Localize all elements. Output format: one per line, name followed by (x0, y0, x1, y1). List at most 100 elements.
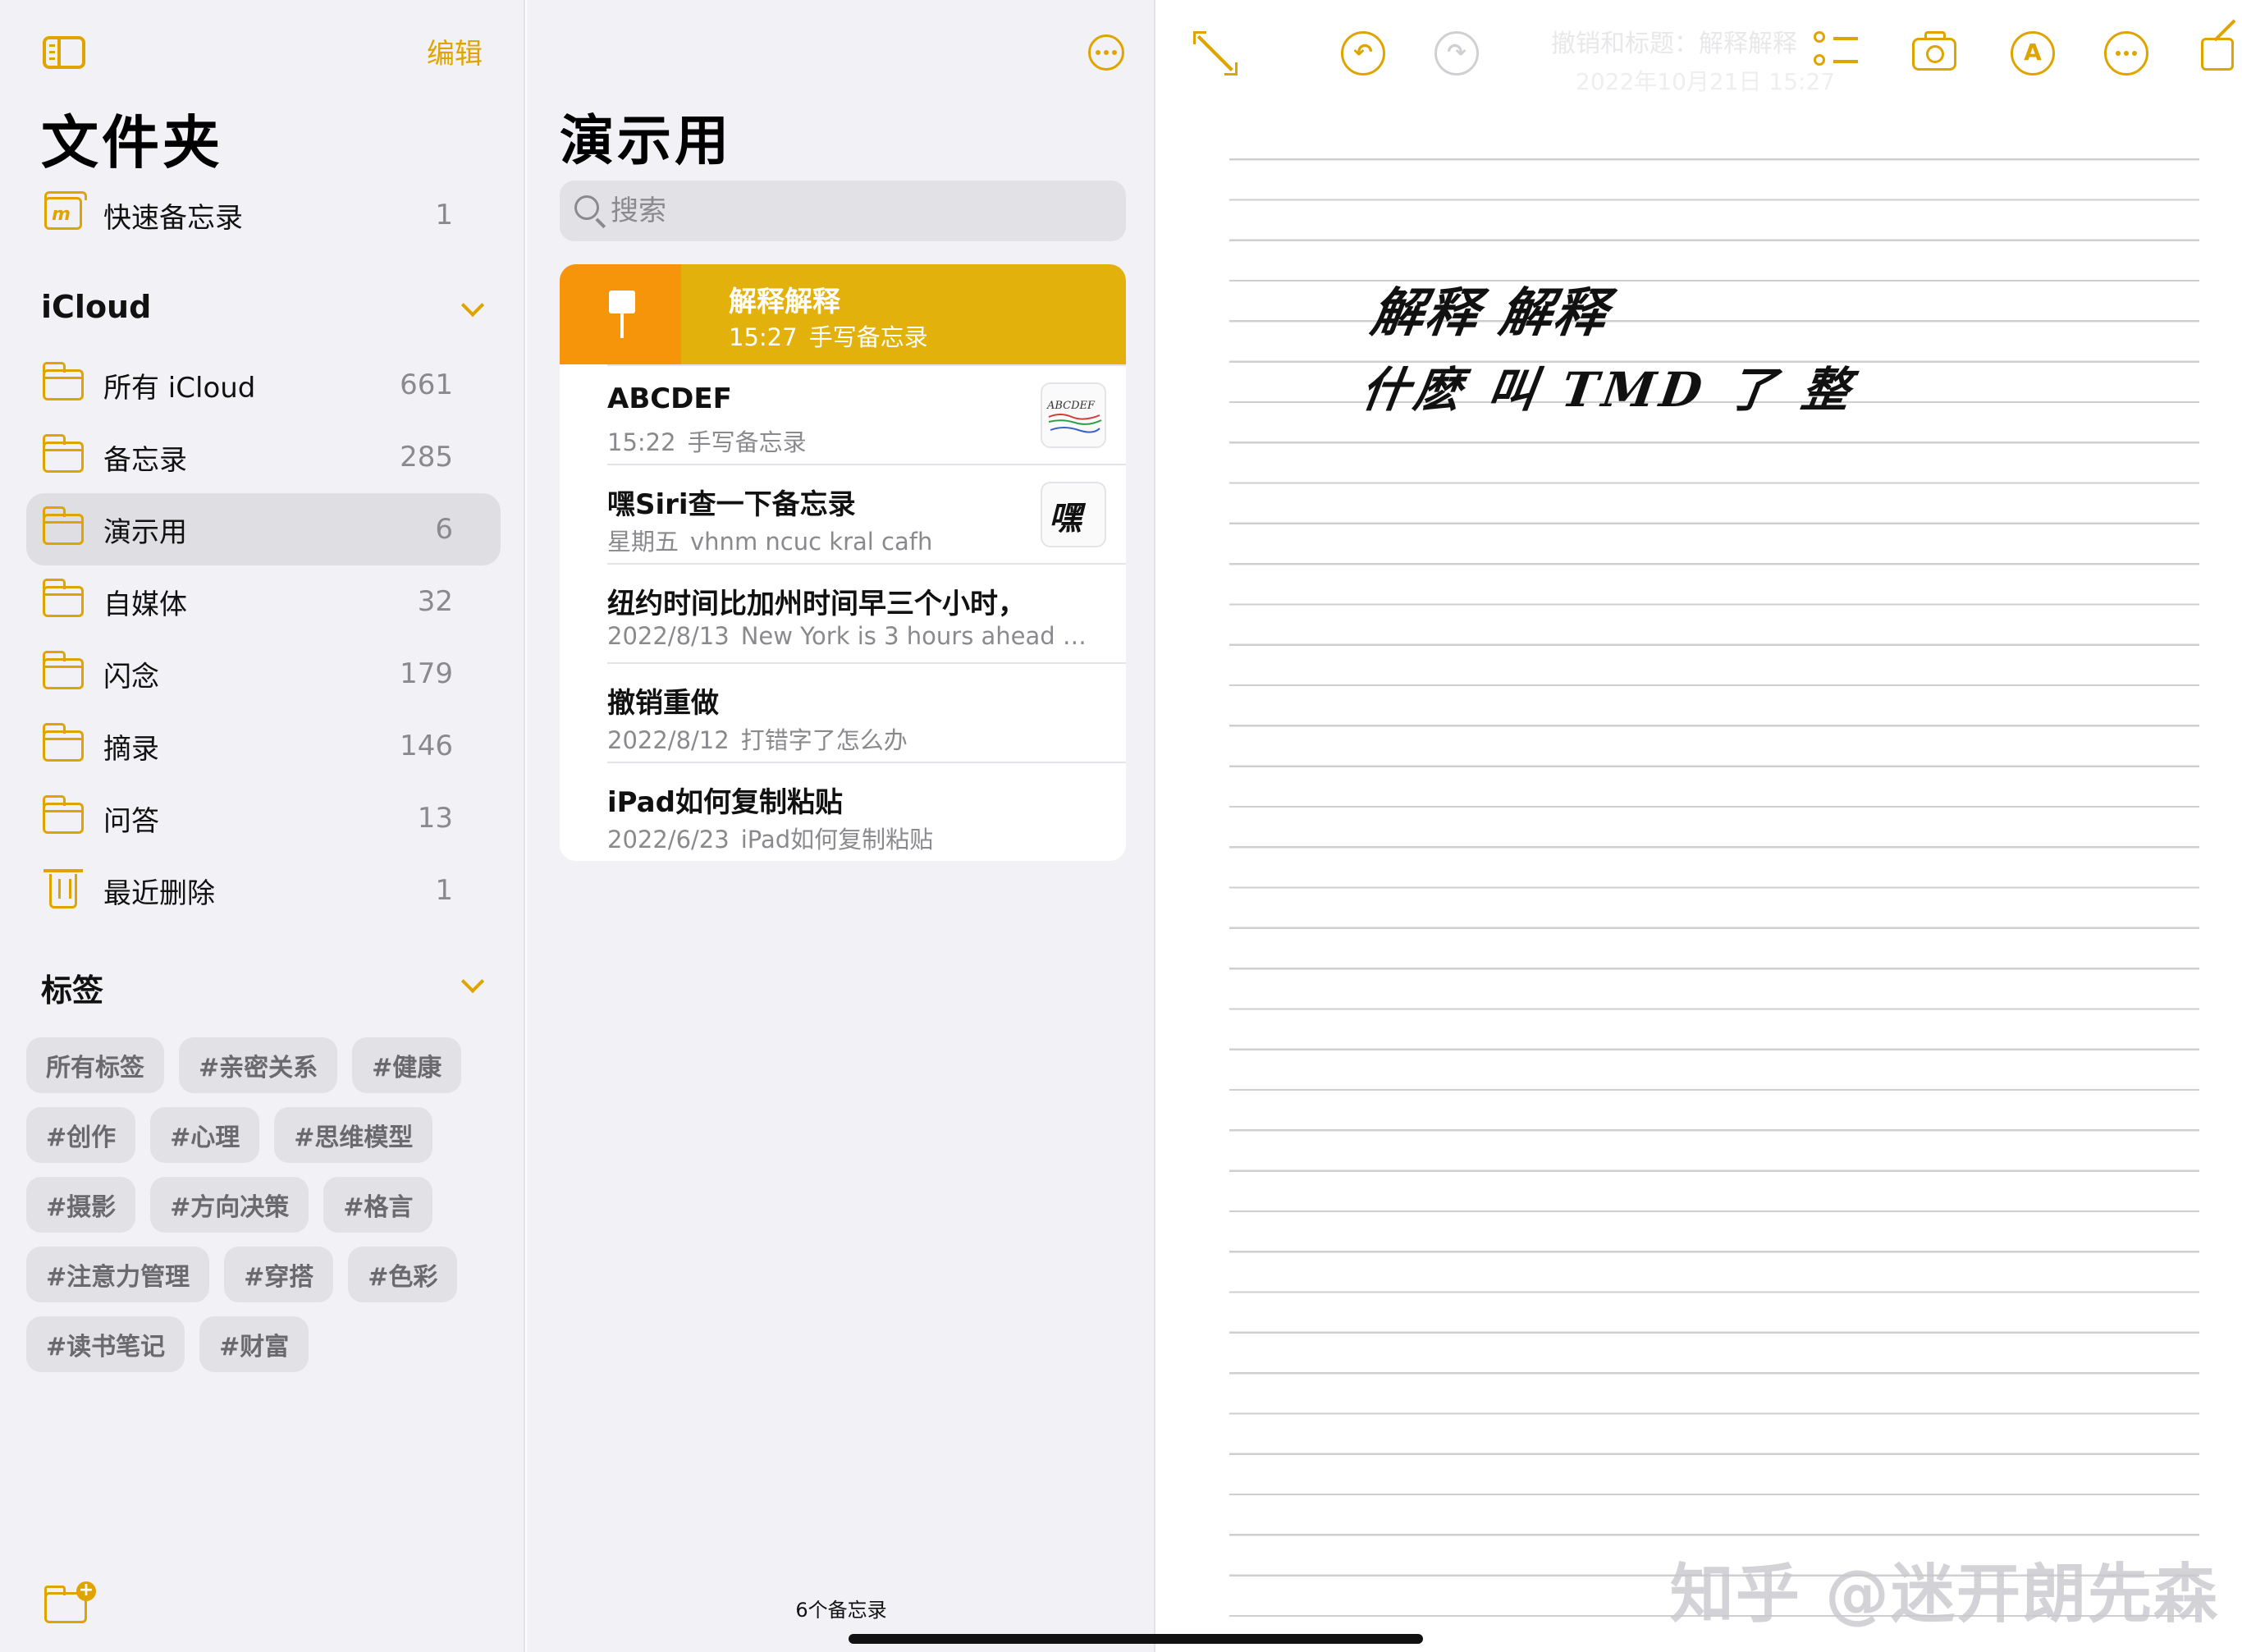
folder-icon (42, 723, 84, 762)
checklist-icon[interactable] (1814, 31, 1858, 76)
note-header-title: 撤销和标题：解释解释 (1551, 30, 1797, 58)
tag-chip[interactable]: #穿搭 (224, 1247, 334, 1302)
folder-title: 演示用 (560, 109, 732, 172)
folder-count: 146 (400, 730, 453, 762)
folder-label: 备忘录 (103, 443, 187, 477)
folder-item-selected[interactable]: 演示用 6 (26, 493, 501, 565)
note-subtitle: 15:27 手写备忘录 (729, 318, 928, 353)
folder-icon (42, 651, 84, 689)
folder-count: 285 (400, 441, 453, 474)
note-title: 嘿Siri查一下备忘录 (607, 488, 856, 521)
compose-icon[interactable] (2201, 38, 2234, 71)
folder-item[interactable]: 自媒体 32 (26, 565, 501, 638)
quick-note-icon: m (43, 191, 87, 230)
note-row[interactable]: 纽约时间比加州时间早三个小时， 2022/8/13 New York is 3 h… (560, 563, 1126, 662)
thumbnail-handwriting: 嘿 (1049, 499, 1087, 538)
tag-chip[interactable]: #创作 (26, 1107, 136, 1163)
folder-recently-deleted[interactable]: 最近删除 1 (26, 854, 501, 927)
folder-icon (42, 362, 84, 400)
watermark: 知乎 @迷开朗先森 (1669, 1558, 2219, 1631)
note-row-pinned[interactable]: 解释解释 15:27 手写备忘录 (560, 264, 1126, 364)
folder-item[interactable]: 备忘录 285 (26, 421, 501, 493)
note-subtitle: 星期五 vhnm ncuc kral cafh (607, 523, 932, 557)
folder-icon (42, 434, 84, 473)
note-preview: 手写备忘录 (687, 428, 807, 456)
note-time: 2022/8/13 (607, 622, 730, 650)
note-thumbnail: ABCDEF (1041, 382, 1106, 448)
note-subtitle: 2022/6/23 iPad如何复制粘贴 (607, 821, 933, 855)
section-header-icloud[interactable]: iCloud (41, 289, 151, 325)
pin-icon (606, 291, 638, 340)
folder-quick-notes[interactable]: m 快速备忘录 1 (26, 179, 501, 251)
expand-icon[interactable] (1193, 31, 1238, 76)
folder-item[interactable]: 摘录 146 (26, 710, 501, 782)
note-subtitle: 15:22 手写备忘录 (607, 423, 807, 458)
folder-label: 问答 (103, 804, 159, 838)
folder-count: 13 (417, 802, 453, 835)
note-header-date: 2022年10月21日 15:27 (1576, 68, 1836, 95)
folder-count: 1 (435, 874, 453, 907)
folder-item[interactable]: 所有 iCloud 661 (26, 349, 501, 421)
folder-icon (42, 795, 84, 834)
tag-browser: 所有标签 #亲密关系 #健康 #创作 #心理 #思维模型 #摄影 #方向决策 #… (26, 1037, 510, 1386)
note-preview: 手写备忘录 (808, 323, 928, 351)
more-icon[interactable] (2104, 31, 2148, 76)
note-subtitle: 2022/8/12 打错字了怎么办 (607, 721, 908, 756)
tag-chip[interactable]: #思维模型 (274, 1107, 433, 1163)
tag-chip[interactable]: #心理 (150, 1107, 260, 1163)
folder-count: 6 (435, 513, 453, 546)
folder-label: 摘录 (103, 732, 159, 766)
trash-icon (43, 869, 83, 908)
pin-swipe-action[interactable] (560, 264, 681, 364)
tag-chip[interactable]: #方向决策 (150, 1177, 309, 1233)
note-row[interactable]: ABCDEF 15:22 手写备忘录 ABCDEF (560, 364, 1126, 464)
folders-sidebar: 编辑 文件夹 m 快速备忘录 1 iCloud 所有 iCloud 661 备忘… (0, 0, 525, 1652)
note-time: 2022/6/23 (607, 826, 730, 853)
note-preview: New York is 3 hours ahead of... (740, 622, 1100, 650)
undo-icon[interactable]: ↶ (1341, 31, 1385, 76)
note-list: 演示用 解释解释 15:27 手写备忘录 ABCDEF 15:22 手写备忘录 AB… (527, 0, 1155, 1652)
tag-chip[interactable]: #亲密关系 (179, 1037, 338, 1093)
search-icon (574, 195, 599, 220)
note-preview: 打错字了怎么办 (740, 726, 908, 754)
search-input[interactable] (611, 181, 1103, 241)
markup-icon[interactable]: A (2011, 31, 2055, 76)
tag-chip[interactable]: #注意力管理 (26, 1247, 210, 1302)
note-row[interactable]: 撤销重做 2022/8/12 打错字了怎么办 (560, 662, 1126, 762)
folder-item[interactable]: 闪念 179 (26, 638, 501, 710)
folder-count: 661 (400, 368, 453, 401)
folder-label: 所有 iCloud (103, 371, 256, 405)
thumbnail-handwriting: ABCDEF (1046, 400, 1096, 412)
tag-chip[interactable]: #健康 (352, 1037, 462, 1093)
redo-icon[interactable]: ↷ (1434, 31, 1479, 76)
page-title: 文件夹 (41, 109, 223, 176)
note-row[interactable]: 嘿Siri查一下备忘录 星期五 vhnm ncuc kral cafh 嘿 (560, 464, 1126, 563)
edit-button[interactable]: 编辑 (427, 31, 483, 71)
camera-icon[interactable] (1912, 31, 1956, 71)
new-folder-icon[interactable]: + (43, 1581, 96, 1623)
handwriting-line: 解释 解释 (1366, 282, 1613, 344)
tag-chip[interactable]: #色彩 (348, 1247, 458, 1302)
tag-chip[interactable]: #摄影 (26, 1177, 136, 1233)
note-title: 解释解释 (729, 286, 840, 318)
sidebar-toggle-icon[interactable] (43, 36, 85, 69)
tag-chip[interactable]: 所有标签 (26, 1037, 164, 1093)
section-header-tags[interactable]: 标签 (41, 965, 103, 1010)
note-time: 15:27 (729, 323, 798, 351)
note-row[interactable]: iPad如何复制粘贴 2022/6/23 iPad如何复制粘贴 (560, 762, 1126, 861)
more-options-icon[interactable] (1088, 34, 1124, 71)
chevron-down-icon[interactable] (460, 293, 485, 318)
tag-chip[interactable]: #格言 (323, 1177, 433, 1233)
tag-chip[interactable]: #读书笔记 (26, 1316, 185, 1372)
chevron-down-icon[interactable] (460, 969, 485, 994)
search-bar[interactable] (560, 181, 1126, 241)
folder-label: 自媒体 (103, 588, 187, 621)
folder-item[interactable]: 问答 13 (26, 782, 501, 854)
note-editor[interactable]: 撤销和标题：解释解释 2022年10月21日 15:27 ↶ ↷ A 解释 解释… (1157, 0, 2242, 1652)
tag-chip[interactable]: #财富 (199, 1316, 309, 1372)
home-indicator[interactable] (849, 1634, 1423, 1644)
note-title: 撤销重做 (607, 687, 719, 720)
note-title: iPad如何复制粘贴 (607, 786, 843, 819)
folder-icon (42, 506, 84, 545)
note-time: 星期五 (607, 528, 679, 556)
